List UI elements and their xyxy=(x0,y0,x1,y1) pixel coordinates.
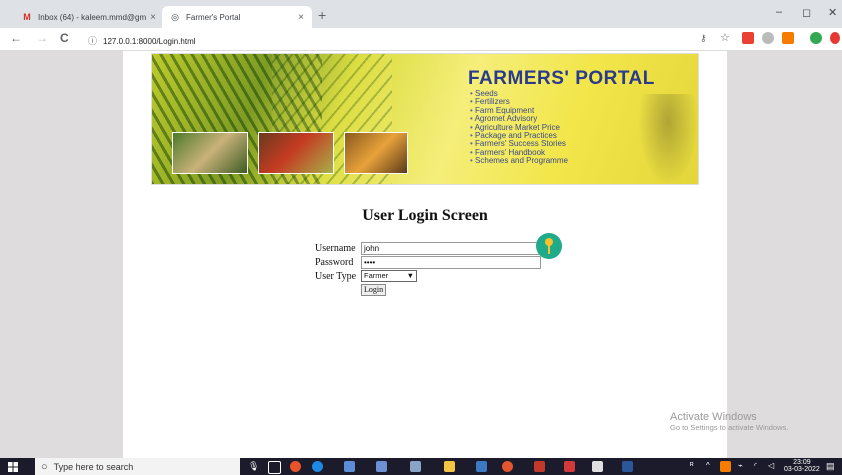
clock-date: 03-03-2022 xyxy=(784,466,820,473)
chrome-icon[interactable] xyxy=(502,461,513,472)
username-row: Username john xyxy=(315,241,541,255)
info-icon[interactable]: ⓘ xyxy=(88,36,97,46)
search-placeholder: Type here to search xyxy=(53,461,134,472)
chevron-down-icon: ▼ xyxy=(406,271,414,280)
watermark-title: Activate Windows xyxy=(670,411,757,423)
activation-watermark: Activate Windows Go to Settings to activ… xyxy=(670,411,788,432)
volume-icon[interactable]: ◁ xyxy=(768,461,779,472)
app-icon[interactable] xyxy=(476,461,487,472)
password-field[interactable]: •••• xyxy=(361,255,541,269)
app-icon[interactable] xyxy=(410,461,421,472)
tab-gmail[interactable]: M Inbox (64) - kaleem.mmd@gmai × xyxy=(14,6,164,28)
star-icon[interactable]: ☆ xyxy=(720,31,730,44)
app-icon[interactable] xyxy=(534,461,545,472)
extension-icon[interactable] xyxy=(830,32,840,44)
reload-button[interactable]: C xyxy=(60,31,69,45)
people-icon[interactable]: ᴿ xyxy=(690,461,701,472)
extension-icon[interactable] xyxy=(782,32,794,44)
usertype-row: User Type Farmer ▼ xyxy=(315,269,541,283)
banner-photo xyxy=(172,132,248,174)
portal-banner: FARMERS' PORTAL Seeds Fertilizers Farm E… xyxy=(151,53,699,185)
banner-list: Seeds Fertilizers Farm Equipment Agromet… xyxy=(470,89,568,166)
windows-start-icon[interactable] xyxy=(8,462,18,472)
forward-button[interactable]: → xyxy=(36,31,48,45)
back-button[interactable]: ← xyxy=(10,31,22,45)
close-window-button[interactable]: ✕ xyxy=(828,6,837,19)
new-tab-button[interactable]: + xyxy=(318,7,326,23)
tab-farmers-portal[interactable]: ◎ Farmer's Portal × xyxy=(162,6,312,28)
banner-photo xyxy=(258,132,334,174)
minimize-button[interactable]: – xyxy=(776,6,782,18)
tab-bar: M Inbox (64) - kaleem.mmd@gmai × ◎ Farme… xyxy=(0,0,842,28)
app-icon[interactable] xyxy=(564,461,575,472)
file-explorer-icon[interactable] xyxy=(444,461,455,472)
system-clock[interactable]: 23:09 03-03-2022 xyxy=(784,459,820,473)
tab-title: Inbox (64) - kaleem.mmd@gmai xyxy=(38,12,147,22)
password-row: Password •••• xyxy=(315,255,541,269)
key-icon[interactable]: ⚷ xyxy=(700,33,707,44)
usertype-label: User Type xyxy=(315,270,357,282)
app-icon[interactable] xyxy=(290,461,301,472)
edge-icon[interactable] xyxy=(312,461,323,472)
watermark-subtitle: Go to Settings to activate Windows. xyxy=(670,423,789,432)
app-icon[interactable] xyxy=(344,461,355,472)
key-icon xyxy=(536,233,562,259)
username-label: Username xyxy=(315,242,356,254)
url-field[interactable]: ⓘ 127.0.0.1:8000/Login.html xyxy=(88,34,196,47)
taskbar-search[interactable]: ○ Type here to search xyxy=(35,458,240,475)
taskbar: ○ Type here to search 🎙 ᴿ ^ ⌁ ◜ ◁ 23:09 … xyxy=(0,458,842,475)
app-icon[interactable] xyxy=(376,461,387,472)
extension-icon[interactable] xyxy=(810,32,822,44)
app-icon[interactable] xyxy=(720,461,731,472)
close-icon[interactable]: × xyxy=(150,12,156,23)
url-text: 127.0.0.1:8000/Login.html xyxy=(103,37,196,46)
search-icon: ○ xyxy=(41,460,48,473)
banner-list-item: Schemes and Programme xyxy=(470,156,568,165)
banner-title: FARMERS' PORTAL xyxy=(468,68,655,89)
wifi-icon[interactable]: ◜ xyxy=(754,461,765,472)
network-icon[interactable]: ⌁ xyxy=(738,461,749,472)
banner-figure xyxy=(638,94,698,184)
chevron-up-icon[interactable]: ^ xyxy=(706,461,717,472)
app-icon[interactable] xyxy=(592,461,603,472)
usertype-select[interactable]: Farmer ▼ xyxy=(361,270,417,282)
page-title: User Login Screen xyxy=(362,207,488,224)
notification-icon[interactable]: ▤ xyxy=(826,461,837,472)
password-label: Password xyxy=(315,256,354,268)
page-content: FARMERS' PORTAL Seeds Fertilizers Farm E… xyxy=(123,51,727,458)
gmail-icon: M xyxy=(23,12,31,22)
login-button[interactable]: Login xyxy=(361,284,387,296)
close-icon[interactable]: × xyxy=(298,12,304,23)
extension-icon[interactable] xyxy=(742,32,754,44)
username-field[interactable]: john xyxy=(361,241,541,255)
extension-icon[interactable] xyxy=(762,32,774,44)
login-form: Username john Password •••• User Type Fa… xyxy=(315,241,541,296)
task-view-icon[interactable] xyxy=(268,461,281,474)
microphone-icon[interactable]: 🎙 xyxy=(248,461,259,472)
clock-time: 23:09 xyxy=(793,459,811,466)
address-bar: ← → C ⓘ 127.0.0.1:8000/Login.html ⚷ ☆ xyxy=(0,28,842,51)
word-icon[interactable] xyxy=(622,461,633,472)
tab-title: Farmer's Portal xyxy=(186,12,241,22)
restore-button[interactable]: ◻ xyxy=(802,6,811,19)
usertype-value: Farmer xyxy=(364,271,389,280)
globe-icon: ◎ xyxy=(171,12,179,22)
banner-photo xyxy=(344,132,408,174)
